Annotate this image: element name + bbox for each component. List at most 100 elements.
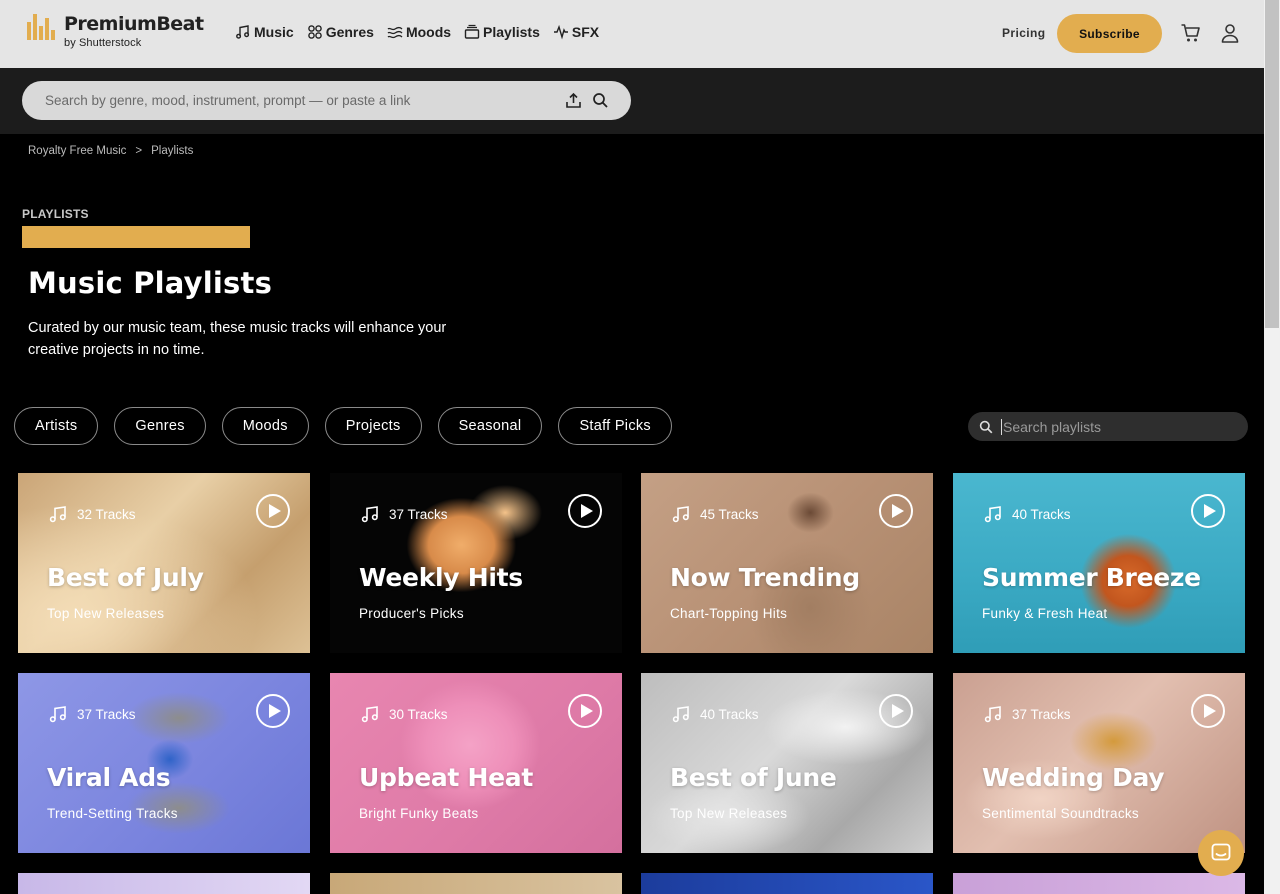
nav-moods-label: Moods — [405, 24, 452, 40]
track-count: 30 Tracks — [389, 706, 448, 722]
playlist-card-partial[interactable] — [18, 873, 310, 894]
chip-seasonal[interactable]: Seasonal — [437, 407, 543, 445]
playlist-card[interactable]: 37 Tracks Weekly Hits Producer's Picks — [330, 473, 622, 653]
sfx-waveform-icon — [553, 24, 568, 40]
page-title: Music Playlists — [28, 266, 273, 300]
music-note-icon — [361, 506, 378, 523]
play-button[interactable] — [1191, 494, 1225, 528]
breadcrumb: Royalty Free Music > Playlists — [28, 145, 193, 157]
section-eyebrow: PLAYLISTS — [22, 207, 89, 221]
play-icon — [580, 704, 593, 718]
playlist-subtitle: Sentimental Soundtracks — [982, 806, 1139, 821]
music-note-icon — [49, 506, 66, 523]
playlist-card[interactable]: 37 Tracks Wedding Day Sentimental Soundt… — [953, 673, 1245, 853]
playlists-icon — [464, 24, 480, 39]
premiumbeat-logo[interactable]: PremiumBeat by Shutterstock — [27, 12, 204, 49]
main-search-bar — [22, 81, 631, 120]
playlist-title: Wedding Day — [982, 763, 1165, 792]
playlist-subtitle: Trend-Setting Tracks — [47, 806, 178, 821]
play-button[interactable] — [568, 494, 602, 528]
nav-sfx-label: SFX — [571, 24, 600, 40]
genres-icon — [307, 25, 322, 39]
chat-icon — [1211, 843, 1231, 861]
play-button[interactable] — [879, 494, 913, 528]
nav-music[interactable]: Music — [235, 24, 294, 40]
playlist-card[interactable]: 40 Tracks Best of June Top New Releases — [641, 673, 933, 853]
main-search-input[interactable] — [45, 93, 545, 108]
track-count: 40 Tracks — [700, 706, 759, 722]
playlist-title: Weekly Hits — [359, 563, 523, 592]
track-count: 37 Tracks — [77, 706, 136, 722]
playlist-title: Best of June — [670, 763, 837, 792]
play-icon — [891, 504, 904, 518]
upload-icon[interactable] — [565, 92, 582, 109]
music-note-icon — [984, 706, 1001, 723]
playlist-subtitle: Chart-Topping Hits — [670, 606, 788, 621]
page-description: Curated by our music team, these music t… — [28, 320, 447, 358]
play-button[interactable] — [256, 494, 290, 528]
chip-staff-picks[interactable]: Staff Picks — [558, 407, 672, 445]
playlist-title: Summer Breeze — [982, 563, 1201, 592]
nav-sfx[interactable]: SFX — [553, 24, 599, 40]
music-note-icon — [672, 506, 689, 523]
nav-moods[interactable]: Moods — [387, 24, 451, 40]
playlist-card[interactable]: 30 Tracks Upbeat Heat Bright Funky Beats — [330, 673, 622, 853]
play-button[interactable] — [1191, 694, 1225, 728]
playlist-card-partial[interactable] — [953, 873, 1245, 894]
search-icon[interactable] — [592, 92, 609, 109]
search-band — [0, 68, 1264, 134]
chip-genres[interactable]: Genres — [114, 407, 206, 445]
eyebrow-accent-bar — [22, 226, 250, 248]
playlist-card[interactable]: 40 Tracks Summer Breeze Funky & Fresh He… — [953, 473, 1245, 653]
breadcrumb-royalty-free-music[interactable]: Royalty Free Music — [28, 145, 126, 157]
nav-playlists[interactable]: Playlists — [464, 24, 540, 40]
nav-music-label: Music — [254, 24, 294, 40]
cart-icon[interactable] — [1180, 22, 1202, 44]
play-icon — [268, 504, 281, 518]
logo-subtitle: by Shutterstock — [64, 37, 142, 49]
music-note-icon — [49, 706, 66, 723]
playlist-card[interactable]: 45 Tracks Now Trending Chart-Topping Hit… — [641, 473, 933, 653]
music-note-icon — [672, 706, 689, 723]
playlist-subtitle: Bright Funky Beats — [359, 806, 479, 821]
main-nav: Music Genres Moods Playlists SFX — [235, 24, 599, 40]
playlist-subtitle: Funky & Fresh Heat — [982, 606, 1108, 621]
play-button[interactable] — [568, 694, 602, 728]
music-note-icon — [361, 706, 378, 723]
nav-genres[interactable]: Genres — [307, 24, 374, 40]
music-note-icon — [984, 506, 1001, 523]
play-button[interactable] — [879, 694, 913, 728]
chip-moods[interactable]: Moods — [221, 407, 309, 445]
play-button[interactable] — [256, 694, 290, 728]
playlist-title: Now Trending — [670, 563, 860, 592]
nav-genres-label: Genres — [325, 24, 374, 40]
playlist-card-partial[interactable] — [641, 873, 933, 894]
logo-bars-icon — [27, 14, 55, 40]
user-account-icon[interactable] — [1219, 22, 1241, 44]
filter-chips: Artists Genres Moods Projects Seasonal S… — [14, 407, 672, 445]
play-icon — [891, 704, 904, 718]
playlist-title: Upbeat Heat — [359, 763, 533, 792]
subscribe-button[interactable]: Subscribe — [1057, 14, 1162, 53]
breadcrumb-separator: > — [135, 145, 143, 157]
playlist-card-partial[interactable] — [330, 873, 622, 894]
playlist-search-input[interactable] — [1001, 418, 1231, 435]
chip-artists[interactable]: Artists — [14, 407, 99, 445]
chat-support-button[interactable] — [1198, 830, 1244, 876]
playlist-card[interactable]: 37 Tracks Viral Ads Trend-Setting Tracks — [18, 673, 310, 853]
play-icon — [268, 704, 281, 718]
track-count: 40 Tracks — [1012, 506, 1071, 522]
nav-playlists-label: Playlists — [483, 24, 540, 40]
scrollbar-thumb[interactable] — [1265, 0, 1279, 328]
chip-projects[interactable]: Projects — [324, 407, 422, 445]
track-count: 45 Tracks — [700, 506, 759, 522]
search-icon — [979, 420, 993, 433]
breadcrumb-playlists[interactable]: Playlists — [151, 145, 193, 157]
play-icon — [580, 504, 593, 518]
play-icon — [1203, 504, 1216, 518]
playlist-title: Best of July — [47, 563, 204, 592]
pricing-link[interactable]: Pricing — [1002, 26, 1045, 40]
playlist-subtitle: Top New Releases — [47, 606, 165, 621]
logo-title: PremiumBeat — [64, 13, 204, 35]
playlist-card[interactable]: 32 Tracks Best of July Top New Releases — [18, 473, 310, 653]
